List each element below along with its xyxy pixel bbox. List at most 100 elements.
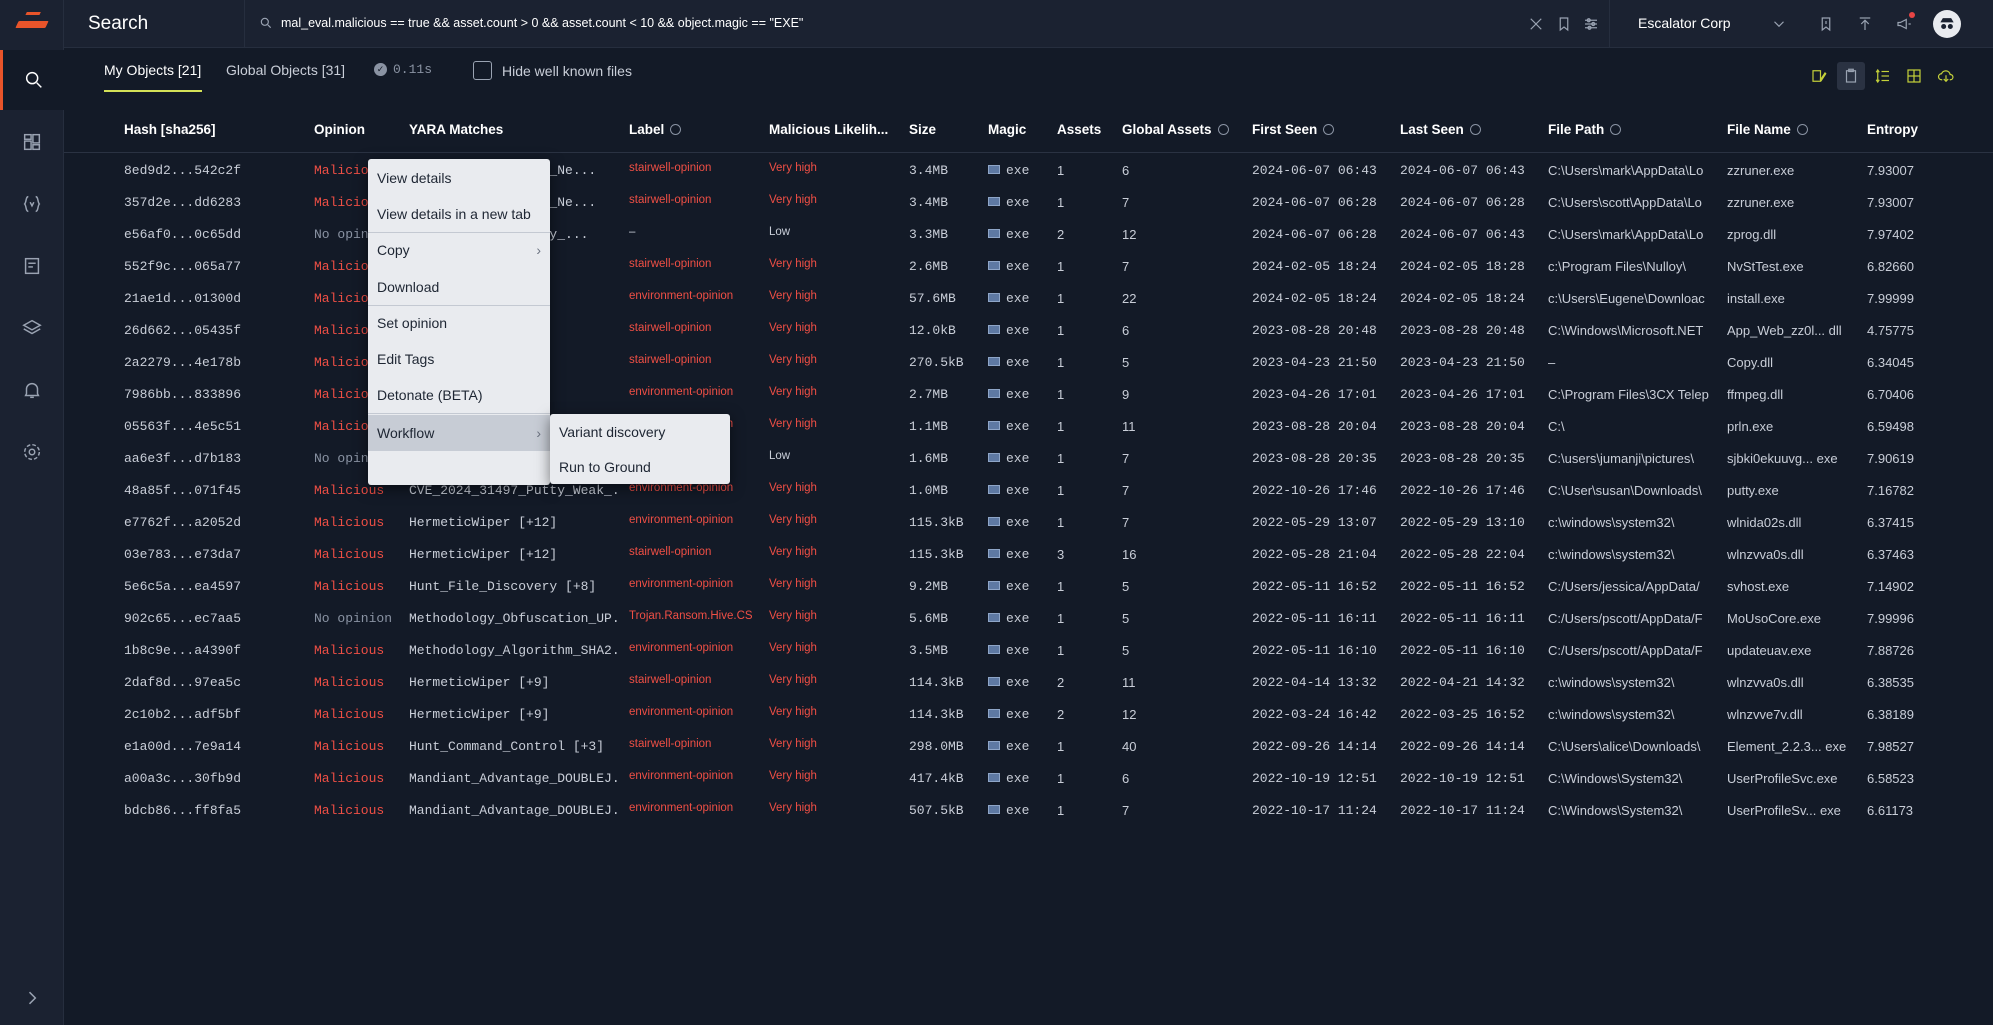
cell-file-name[interactable]: UserProfileSv... exe bbox=[1727, 803, 1862, 818]
table-row[interactable]: a00a3c...30fb9d Malicious Mandiant_Advanta… bbox=[64, 762, 1993, 794]
cell-hash[interactable]: a00a3c...30fb9d bbox=[124, 771, 304, 786]
cell-hash[interactable]: 357d2e...dd6283 bbox=[124, 195, 304, 210]
cell-hash[interactable]: 7986bb...833896 bbox=[124, 387, 304, 402]
export-button[interactable] bbox=[1932, 62, 1960, 90]
cell-hash[interactable]: 21ae1d...01300d bbox=[124, 291, 304, 306]
table-row[interactable]: 5e6c5a...ea4597 Malicious Hunt_File_Discov… bbox=[64, 570, 1993, 602]
table-row[interactable]: e56af0...0c65ddNo opinionMethodology_Ent… bbox=[64, 218, 1993, 250]
table-row[interactable]: 552f9c...065a77MaliciousMandiant_VileL..… bbox=[64, 250, 1993, 282]
cell-hash[interactable]: aa6e3f...d7b183 bbox=[124, 451, 304, 466]
cell-hash[interactable]: 03e783...e73da7 bbox=[124, 547, 304, 562]
avatar[interactable] bbox=[1933, 10, 1961, 38]
search-input[interactable]: mal_eval.malicious == true && asset.coun… bbox=[281, 16, 803, 30]
edit-columns-button[interactable] bbox=[1805, 62, 1833, 90]
cell-hash[interactable]: 48a85f...071f45 bbox=[124, 483, 304, 498]
density-button[interactable] bbox=[1869, 62, 1897, 90]
cell-hash[interactable]: 8ed9d2...542c2f bbox=[124, 163, 304, 178]
cell-hash[interactable]: 2daf8d...97ea5c bbox=[124, 675, 304, 690]
cell-file-name[interactable]: wlnzvva0s.dll bbox=[1727, 547, 1862, 562]
menu-copy[interactable]: Copy › bbox=[368, 235, 550, 265]
table-row[interactable]: bdcb86...ff8fa5 Malicious Mandiant_Advanta… bbox=[64, 794, 1993, 826]
checkbox[interactable] bbox=[473, 61, 492, 80]
cell-file-name[interactable]: updateuav.exe bbox=[1727, 643, 1862, 658]
table-row[interactable]: 21ae1d...01300dMaliciousMandiant...envir… bbox=[64, 282, 1993, 314]
list-view-button[interactable] bbox=[1837, 62, 1865, 90]
cell-hash[interactable]: 552f9c...065a77 bbox=[124, 259, 304, 274]
table-row[interactable]: e7762f...a2052d Malicious HermeticWiper [+… bbox=[64, 506, 1993, 538]
cell-file-name[interactable]: zprog.dll bbox=[1727, 227, 1862, 242]
cell-hash[interactable]: 2a2279...4e178b bbox=[124, 355, 304, 370]
info-icon[interactable] bbox=[1610, 124, 1622, 135]
tab-global-objects[interactable]: Global Objects [31] bbox=[226, 62, 345, 78]
expand-sidebar-button[interactable] bbox=[22, 988, 42, 1008]
info-icon[interactable] bbox=[1469, 124, 1481, 135]
bookmarks-button[interactable] bbox=[1817, 15, 1835, 33]
tab-my-objects[interactable]: My Objects [21] bbox=[104, 62, 201, 78]
table-row[interactable]: 2a2279...4e178bMaliciousHunt_... [+3]sta… bbox=[64, 346, 1993, 378]
cell-file-name[interactable]: svhost.exe bbox=[1727, 579, 1862, 594]
table-row[interactable]: aa6e3f...d7b183No opinion--–Low1.6MBexe1… bbox=[64, 442, 1993, 474]
table-row[interactable]: 8ed9d2...542c2fMaliciousMandiant_Advanta… bbox=[64, 154, 1993, 186]
cell-file-name[interactable]: wlnzvva0s.dll bbox=[1727, 675, 1862, 690]
search-bar[interactable]: mal_eval.malicious == true && asset.coun… bbox=[244, 0, 1610, 48]
info-icon[interactable] bbox=[1217, 124, 1229, 135]
menu-download[interactable]: Download bbox=[368, 272, 550, 302]
table-row[interactable]: 1b8c9e...a4390f Malicious Methodology_Algo… bbox=[64, 634, 1993, 666]
menu-variant-discovery[interactable]: Variant discovery bbox=[550, 417, 730, 447]
cell-file-name[interactable]: ffmpeg.dll bbox=[1727, 387, 1862, 402]
sidebar-item-alerts[interactable] bbox=[0, 360, 64, 420]
cell-file-name[interactable]: wlnzvve7v.dll bbox=[1727, 707, 1862, 722]
cell-hash[interactable]: 26d662...05435f bbox=[124, 323, 304, 338]
table-row[interactable]: 7986bb...833896MaliciousHunt_... [+3]env… bbox=[64, 378, 1993, 410]
table-row[interactable]: 03e783...e73da7 Malicious HermeticWiper [+… bbox=[64, 538, 1993, 570]
sidebar-item-yara[interactable] bbox=[0, 174, 64, 234]
menu-edit-tags[interactable]: Edit Tags bbox=[368, 344, 550, 374]
app-logo[interactable] bbox=[0, 0, 64, 48]
menu-view-details[interactable]: View details bbox=[368, 163, 550, 193]
cell-file-name[interactable]: MoUsoCore.exe bbox=[1727, 611, 1862, 626]
table-row[interactable]: 26d662...05435fMaliciousMandiant_DLL_1..… bbox=[64, 314, 1993, 346]
search-filters-button[interactable] bbox=[1582, 15, 1600, 33]
save-search-button[interactable] bbox=[1555, 15, 1573, 33]
cell-file-name[interactable]: Copy.dll bbox=[1727, 355, 1862, 370]
menu-workflow[interactable]: Workflow › bbox=[368, 415, 550, 451]
menu-set-opinion[interactable]: Set opinion bbox=[368, 308, 550, 338]
sidebar-item-settings[interactable] bbox=[0, 422, 64, 482]
info-icon[interactable] bbox=[1796, 124, 1808, 135]
cell-file-name[interactable]: prln.exe bbox=[1727, 419, 1862, 434]
cell-file-name[interactable]: sjbki0ekuuvg... exe bbox=[1727, 451, 1862, 466]
upload-button[interactable] bbox=[1856, 15, 1874, 33]
cell-file-name[interactable]: wlnida02s.dll bbox=[1727, 515, 1862, 530]
cell-file-name[interactable]: NvStTest.exe bbox=[1727, 259, 1862, 274]
cell-file-name[interactable]: UserProfileSvc.exe bbox=[1727, 771, 1862, 786]
menu-view-details-new-tab[interactable]: View details in a new tab bbox=[368, 199, 550, 229]
table-row[interactable]: 05563f...4e5c51MaliciousHunt_...environm… bbox=[64, 410, 1993, 442]
table-row[interactable]: 357d2e...dd6283MaliciousMandiant_Advanta… bbox=[64, 186, 1993, 218]
cell-file-name[interactable]: putty.exe bbox=[1727, 483, 1862, 498]
clear-search-button[interactable] bbox=[1527, 15, 1545, 33]
cell-hash[interactable]: 2c10b2...adf5bf bbox=[124, 707, 304, 722]
table-row[interactable]: 902c65...ec7aa5 No opinion Methodology_Obf… bbox=[64, 602, 1993, 634]
cell-file-name[interactable]: Element_2.2.3... exe bbox=[1727, 739, 1862, 754]
cell-file-name[interactable]: zzruner.exe bbox=[1727, 163, 1862, 178]
cell-hash[interactable]: bdcb86...ff8fa5 bbox=[124, 803, 304, 818]
table-row[interactable]: 2c10b2...adf5bf Malicious HermeticWiper [+… bbox=[64, 698, 1993, 730]
menu-run-to-ground[interactable]: Run to Ground bbox=[550, 452, 730, 482]
sidebar-item-layers[interactable] bbox=[0, 298, 64, 358]
cell-file-name[interactable]: install.exe bbox=[1727, 291, 1862, 306]
info-icon[interactable] bbox=[670, 124, 682, 135]
sidebar-item-search[interactable] bbox=[0, 50, 64, 110]
cell-hash[interactable]: 05563f...4e5c51 bbox=[124, 419, 304, 434]
sidebar-item-dashboard[interactable] bbox=[0, 112, 64, 172]
menu-detonate[interactable]: Detonate (BETA) bbox=[368, 380, 550, 410]
org-selector[interactable]: Escalator Corp bbox=[1638, 15, 1731, 31]
cell-hash[interactable]: e56af0...0c65dd bbox=[124, 227, 304, 242]
table-row[interactable]: 2daf8d...97ea5c Malicious HermeticWiper [+… bbox=[64, 666, 1993, 698]
cell-file-name[interactable]: zzruner.exe bbox=[1727, 195, 1862, 210]
cell-hash[interactable]: e7762f...a2052d bbox=[124, 515, 304, 530]
sidebar-item-reports[interactable] bbox=[0, 236, 64, 296]
table-row[interactable]: e1a00d...7e9a14 Malicious Hunt_Command_Con… bbox=[64, 730, 1993, 762]
announcements-button[interactable] bbox=[1895, 12, 1915, 33]
cell-hash[interactable]: e1a00d...7e9a14 bbox=[124, 739, 304, 754]
cell-file-name[interactable]: App_Web_zz0l... dll bbox=[1727, 323, 1862, 338]
